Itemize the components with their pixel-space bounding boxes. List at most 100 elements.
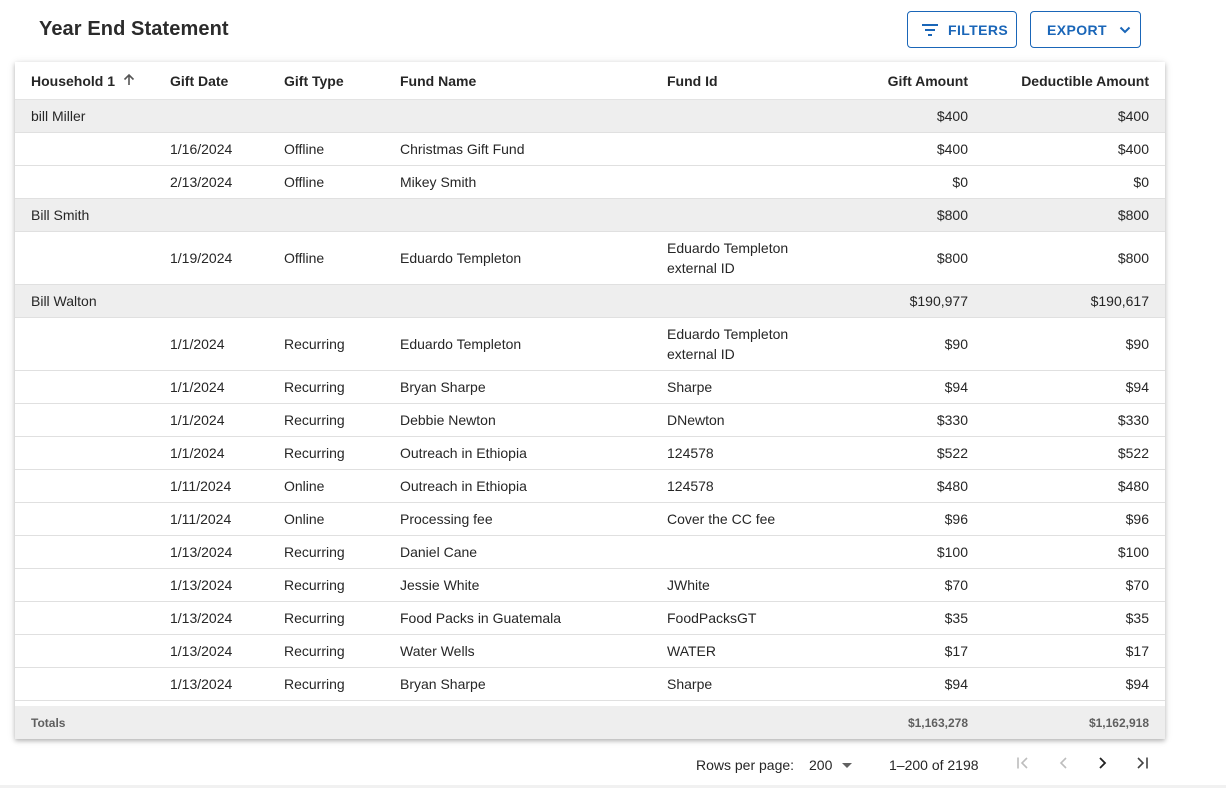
- gift-type-cell: Recurring: [284, 676, 345, 692]
- fund-name-cell: Processing fee: [400, 511, 493, 527]
- filter-list-icon: [922, 23, 938, 36]
- deductible-amount-cell: $94: [1125, 676, 1149, 692]
- gift-date-cell: 1/19/2024: [170, 250, 233, 266]
- group-row[interactable]: Bill Walton $190,977 $190,617: [15, 285, 1165, 318]
- table-row[interactable]: 1/1/2024 Recurring Eduardo Templeton Eduard…: [15, 318, 1165, 371]
- column-header-household[interactable]: Household 1: [31, 62, 135, 100]
- chevron-left-icon: [1058, 756, 1068, 775]
- column-header-gift-date[interactable]: Gift Date: [170, 62, 228, 100]
- table-row[interactable]: 1/13/2024 Recurring Daniel Cane $100 $100: [15, 536, 1165, 569]
- totals-gift-amount: $1,163,278: [907, 715, 968, 730]
- fund-name-cell: Outreach in Ethiopia: [400, 478, 527, 494]
- export-button[interactable]: EXPORT: [1030, 11, 1141, 48]
- table-header: Household 1 Gift Date Gift Type Fund Nam…: [15, 62, 1165, 100]
- fund-id-cell: [667, 166, 817, 198]
- deductible-amount-cell: $0: [1133, 174, 1149, 190]
- table-row[interactable]: 1/13/2024 Recurring Water Wells WATER $17 $17: [15, 635, 1165, 668]
- gift-amount-cell: $480: [936, 478, 968, 494]
- deductible-amount-cell: $94: [1125, 379, 1149, 395]
- deductible-amount-cell: $522: [1117, 445, 1149, 461]
- column-header-fund-id[interactable]: Fund Id: [667, 62, 718, 100]
- fund-id-cell: 124578: [667, 478, 714, 494]
- table-row[interactable]: 1/1/2024 Recurring Outreach in Ethiopia 124…: [15, 437, 1165, 470]
- gift-date-cell: 1/11/2024: [170, 478, 232, 494]
- gift-amount-cell: $17: [944, 643, 968, 659]
- last-page-button[interactable]: [1129, 752, 1155, 778]
- column-header-deductible-amount[interactable]: Deductible Amount: [975, 62, 1149, 100]
- gift-date-cell: 1/13/2024: [170, 544, 233, 560]
- column-header-gift-type[interactable]: Gift Type: [284, 62, 344, 100]
- table-row[interactable]: 1/11/2024 Online Processing fee Cover the C…: [15, 503, 1165, 536]
- column-header-fund-name[interactable]: Fund Name: [400, 62, 476, 100]
- gift-type-cell: Recurring: [284, 577, 345, 593]
- gift-type-cell: Online: [284, 478, 325, 494]
- fund-id-cell: [667, 133, 817, 165]
- table-row[interactable]: 1/11/2024 Online Outreach in Ethiopia 12457…: [15, 470, 1165, 503]
- fund-name-cell: Mikey Smith: [400, 174, 477, 190]
- gift-amount-cell: $400: [936, 141, 968, 157]
- deductible-amount-cell: $330: [1117, 412, 1149, 428]
- column-header-gift-amount[interactable]: Gift Amount: [835, 62, 968, 100]
- deductible-amount-cell: $190,617: [1090, 293, 1149, 309]
- deductible-amount-cell: $800: [1117, 250, 1149, 266]
- group-row[interactable]: bill Miller $400 $400: [15, 100, 1165, 133]
- gift-date-cell: 1/1/2024: [170, 445, 225, 461]
- filters-button[interactable]: FILTERS: [907, 11, 1017, 48]
- gift-amount-cell: $800: [936, 207, 968, 223]
- table-row[interactable]: 1/16/2024 Offline Christmas Gift Fund $400 $…: [15, 133, 1165, 166]
- gift-date-cell: 2/13/2024: [170, 174, 233, 190]
- fund-name-cell: Food Packs in Guatemala: [400, 610, 562, 626]
- table-row[interactable]: 1/13/2024 Recurring Food Packs in Guatemal…: [15, 602, 1165, 635]
- group-row[interactable]: Bill Smith $800 $800: [15, 199, 1165, 232]
- first-page-button[interactable]: [1010, 752, 1036, 778]
- rows-per-page-label: Rows per page:: [696, 757, 795, 773]
- fund-id-cell: Eduardo Templeton external ID: [667, 326, 789, 362]
- gift-type-cell: Recurring: [284, 412, 345, 428]
- deductible-amount-cell: $480: [1117, 478, 1149, 494]
- fund-name-cell: Daniel Cane: [400, 544, 478, 560]
- deductible-amount-cell: $17: [1125, 643, 1149, 659]
- gift-date-cell: 1/1/2024: [170, 379, 225, 395]
- table-row[interactable]: 1/13/2024 Recurring Bryan Sharpe Sharpe $94 $…: [15, 668, 1165, 701]
- totals-label: Totals: [31, 715, 66, 730]
- fund-id-cell: JWhite: [667, 577, 710, 593]
- gift-amount-cell: $400: [936, 108, 968, 124]
- fund-name-cell: Christmas Gift Fund: [400, 141, 525, 157]
- gift-amount-cell: $35: [944, 610, 968, 626]
- gift-amount-cell: $190,977: [909, 293, 968, 309]
- chevron-right-icon: [1098, 756, 1108, 775]
- gift-amount-cell: $94: [944, 676, 968, 692]
- gift-type-cell: Recurring: [284, 610, 345, 626]
- table-row[interactable]: 2/13/2024 Offline Mikey Smith $0 $0: [15, 166, 1165, 199]
- column-header-household-label: Household 1: [31, 73, 116, 89]
- gift-amount-cell: $70: [944, 577, 968, 593]
- gift-type-cell: Recurring: [284, 445, 345, 461]
- table-body: bill Miller $400 $400 1/16/2024 Offline Chris…: [15, 100, 1165, 706]
- export-button-label: EXPORT: [1047, 21, 1107, 38]
- table-row[interactable]: 1/13/2024 Recurring Jessie White JWhite $70 $…: [15, 569, 1165, 602]
- table-row[interactable]: 1/19/2024 Offline Eduardo Templeton Eduardo…: [15, 232, 1165, 285]
- next-page-button[interactable]: [1090, 752, 1116, 778]
- deductible-amount-cell: $35: [1125, 610, 1149, 626]
- fund-name-cell: Eduardo Templeton: [400, 336, 522, 352]
- deductible-amount-cell: $800: [1117, 207, 1149, 223]
- first-page-icon: [1016, 756, 1030, 775]
- gift-type-cell: Recurring: [284, 336, 345, 352]
- deductible-amount-cell: $96: [1125, 511, 1149, 527]
- fund-name-cell: Bryan Sharpe: [400, 676, 486, 692]
- gift-amount-cell: $522: [936, 445, 968, 461]
- fund-name-cell: Outreach in Ethiopia: [400, 445, 527, 461]
- gift-type-cell: Offline: [284, 250, 325, 266]
- table-row[interactable]: 1/1/2024 Recurring Debbie Newton DNewton $33…: [15, 404, 1165, 437]
- filters-button-label: FILTERS: [948, 21, 1009, 38]
- household-cell: Bill Smith: [31, 207, 90, 223]
- previous-page-button[interactable]: [1050, 752, 1076, 778]
- fund-id-cell: DNewton: [667, 412, 725, 428]
- gift-date-cell: 1/16/2024: [170, 141, 233, 157]
- arrow-up-icon[interactable]: [123, 62, 135, 100]
- rows-per-page-value: 200: [809, 757, 833, 773]
- gift-date-cell: 1/13/2024: [170, 643, 233, 659]
- gift-type-cell: Offline: [284, 141, 325, 157]
- table-row[interactable]: 1/1/2024 Recurring Bryan Sharpe Sharpe $94 $9…: [15, 371, 1165, 404]
- rows-per-page-select[interactable]: 200: [809, 750, 853, 780]
